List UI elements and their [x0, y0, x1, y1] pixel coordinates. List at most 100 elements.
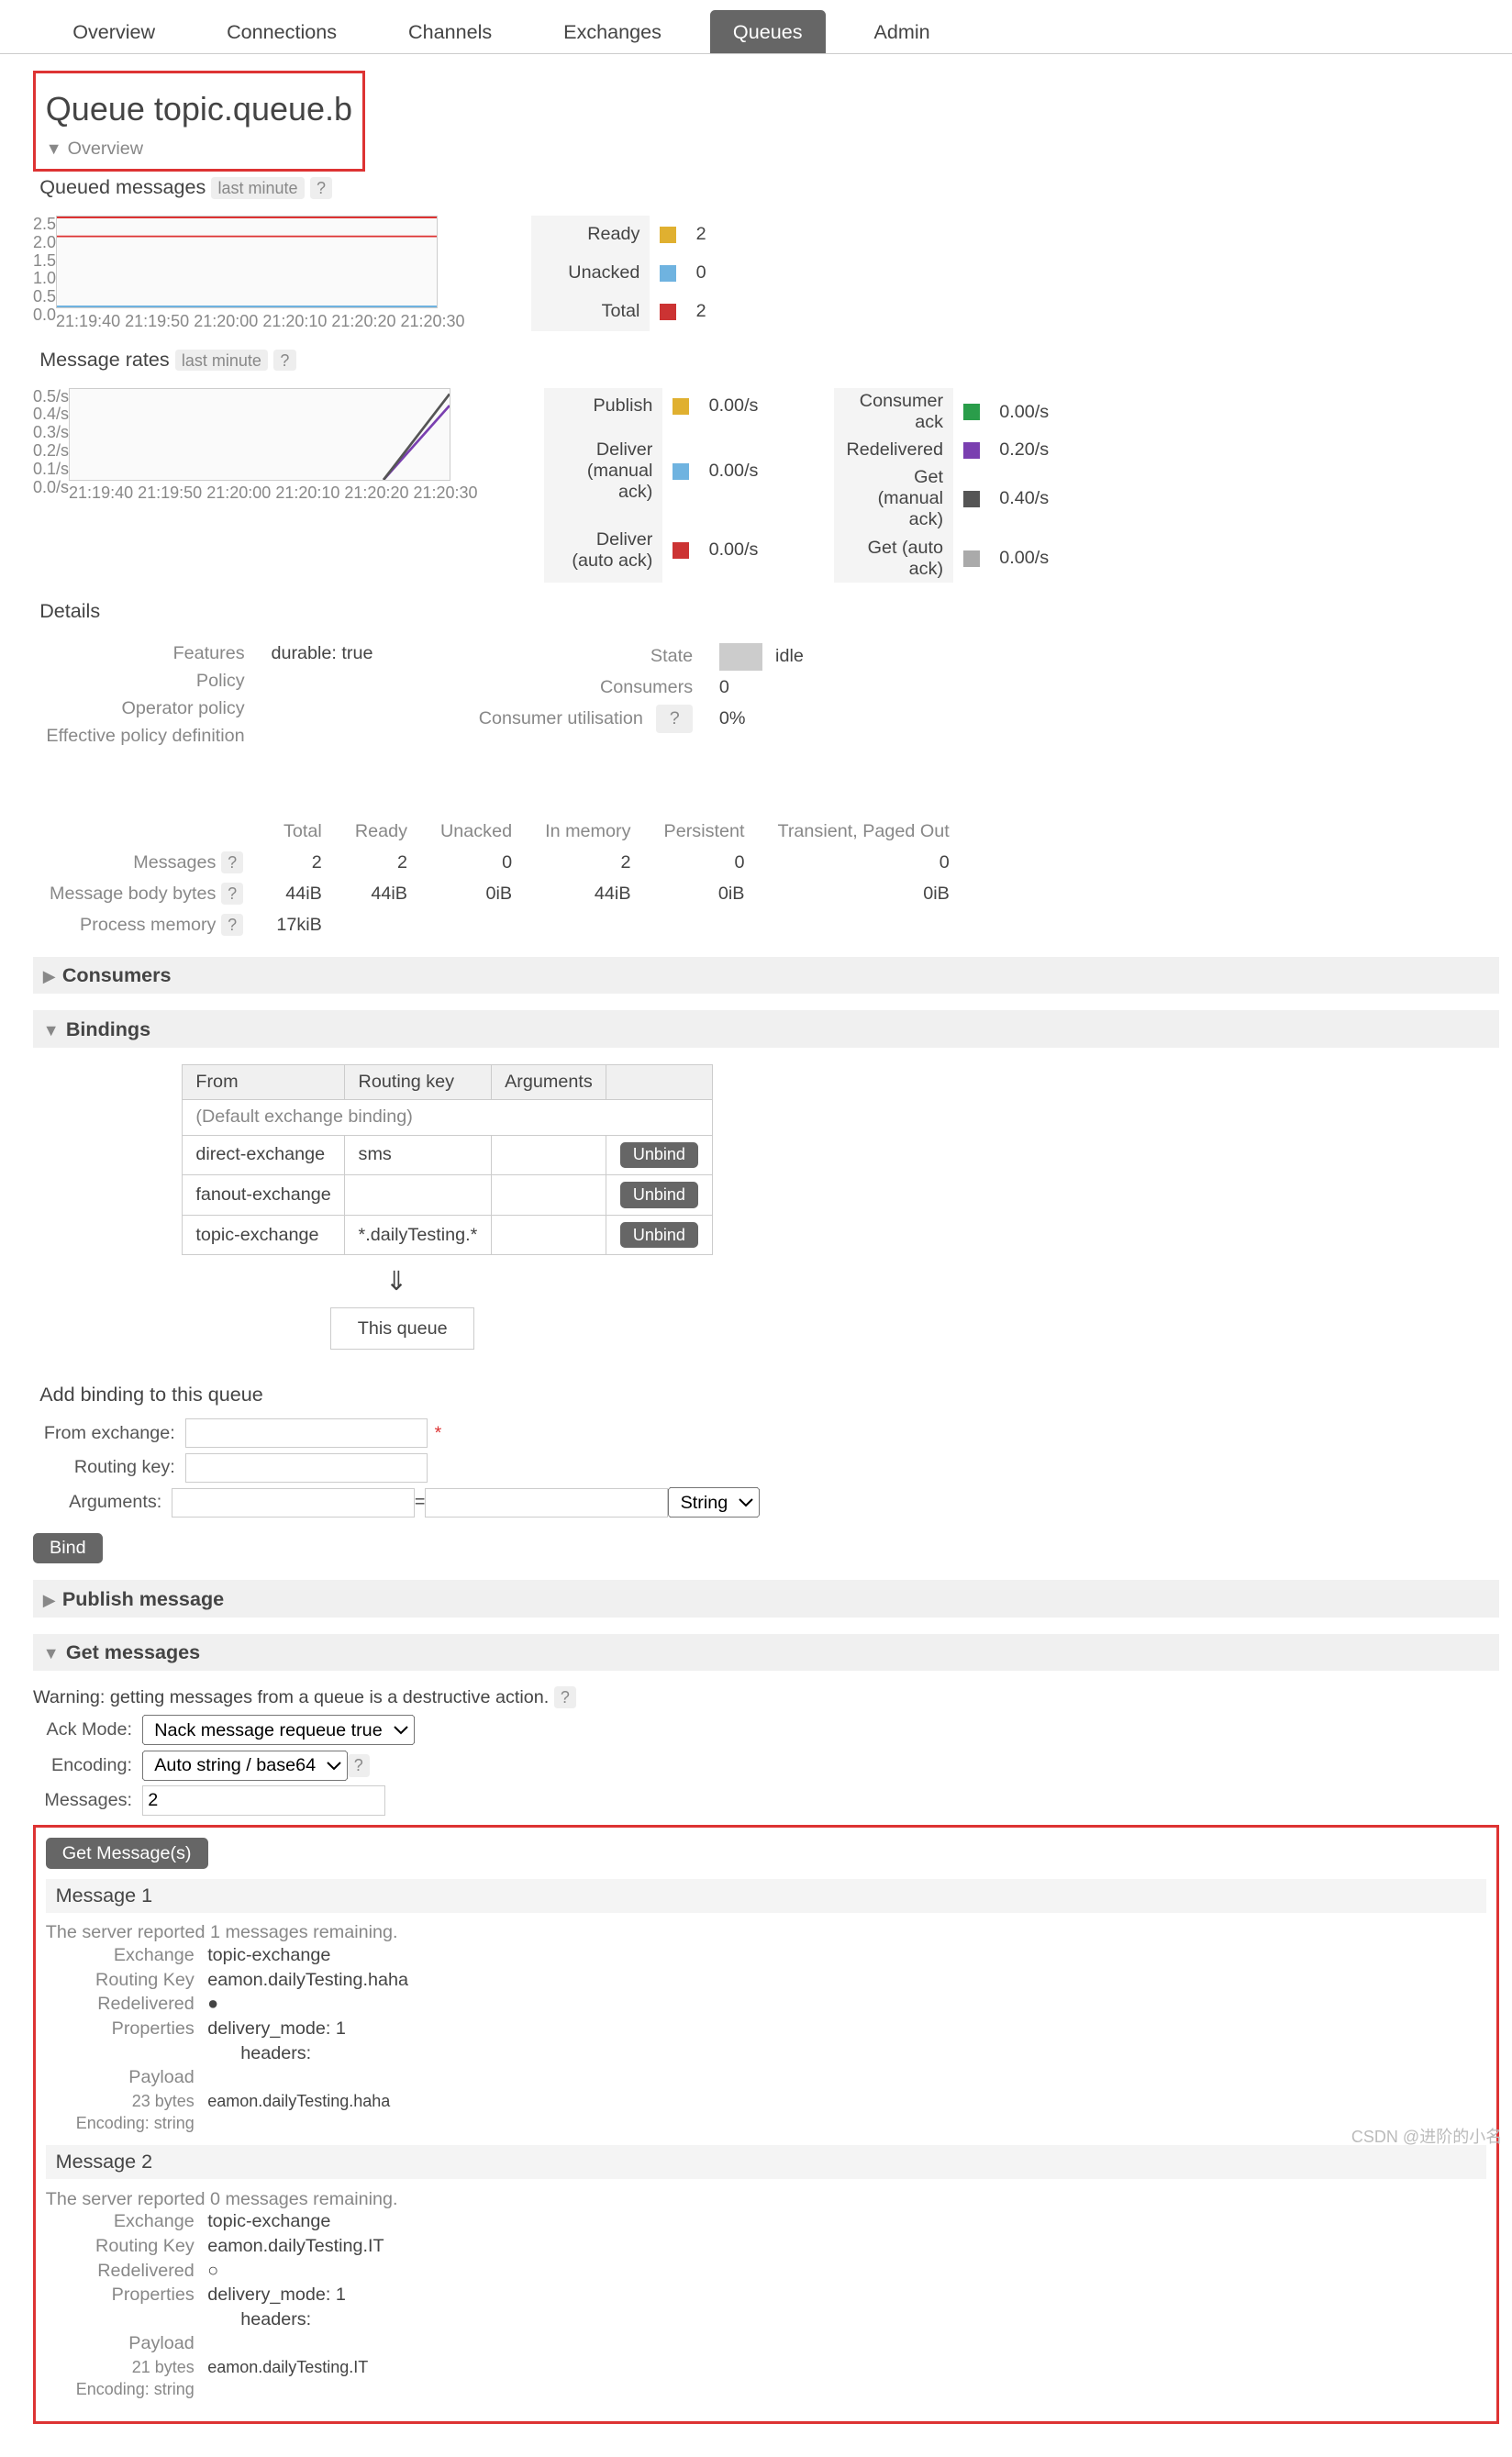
msg-props2: headers:	[207, 2309, 311, 2330]
arg-key-input[interactable]	[172, 1488, 415, 1518]
messages-count-label: Messages:	[33, 1790, 132, 1811]
legend-unacked-swatch	[660, 265, 676, 282]
swatch-icon	[673, 463, 689, 480]
page-title: Queue topic.queue.b	[46, 90, 352, 128]
queued-messages-header: Queued messages last minute ?	[33, 169, 1499, 206]
chevron-down-icon: ▼	[43, 1644, 60, 1662]
message-block-2: Message 2 The server reported 0 messages…	[46, 2145, 1486, 2401]
payload-meta: 21 bytes	[62, 2358, 195, 2377]
help-icon[interactable]: ?	[273, 350, 295, 372]
add-binding-heading: Add binding to this queue	[33, 1376, 760, 1413]
legend-get-auto-value: 0.00/s	[989, 534, 1058, 583]
msg-props: delivery_mode: 1	[207, 2285, 346, 2306]
message-rates-range[interactable]: last minute	[175, 350, 268, 372]
state-indicator-icon	[719, 643, 762, 671]
page-title-prefix: Queue	[46, 90, 154, 128]
tab-connections[interactable]: Connections	[204, 10, 360, 54]
routing-key-input[interactable]	[185, 1453, 428, 1483]
msg-routing-key: eamon.dailyTesting.IT	[207, 2236, 384, 2257]
from-exchange-input[interactable]	[185, 1418, 428, 1448]
help-icon[interactable]: ?	[221, 851, 243, 873]
legend-redelivered-value: 0.20/s	[989, 437, 1058, 464]
get-messages-label: Get messages	[66, 1640, 200, 1663]
chevron-down-icon: ▼	[46, 139, 62, 158]
consumers-section-toggle[interactable]: ▶Consumers	[33, 957, 1499, 994]
swatch-icon	[963, 442, 980, 459]
swatch-icon	[673, 542, 689, 559]
encoding-label: Encoding:	[33, 1755, 132, 1776]
queued-messages-label: Queued messages	[39, 175, 206, 198]
message-rates-chart: 0.5/s0.4/s0.3/s0.2/s0.1/s0.0/s 21:19:40 …	[33, 388, 1499, 584]
rk-label: Routing key:	[33, 1457, 175, 1478]
legend-get-manual-value: 0.40/s	[989, 464, 1058, 534]
exchange-link[interactable]: fanout-exchange	[195, 1184, 330, 1205]
tab-admin[interactable]: Admin	[850, 10, 953, 54]
chevron-down-icon: ▼	[43, 1021, 60, 1040]
bindings-table: FromRouting keyArguments (Default exchan…	[182, 1064, 713, 1255]
table-row: fanout-exchange Unbind	[183, 1175, 713, 1216]
tab-channels[interactable]: Channels	[385, 10, 516, 54]
details-heading: Details	[33, 593, 1499, 629]
legend-deliver-manual-label: Deliver (manual ack)	[544, 425, 663, 518]
args-label: Arguments:	[33, 1492, 161, 1513]
unbind-button[interactable]: Unbind	[620, 1142, 699, 1168]
unbind-button[interactable]: Unbind	[620, 1182, 699, 1207]
tab-exchanges[interactable]: Exchanges	[540, 10, 684, 54]
nav-tabs: Overview Connections Channels Exchanges …	[0, 0, 1512, 54]
chart1-yaxis: 2.52.01.51.00.50.0	[33, 216, 56, 331]
msg-payload: eamon.dailyTesting.haha	[207, 2092, 390, 2111]
consumers-label: Consumers	[62, 963, 172, 986]
table-row: Process memory ?17kiB	[33, 909, 966, 940]
ack-mode-select[interactable]: Nack message requeue true	[142, 1715, 415, 1745]
messages-count-input[interactable]	[142, 1785, 385, 1815]
bind-button[interactable]: Bind	[33, 1533, 103, 1564]
swatch-icon	[673, 398, 689, 415]
messages-remaining: The server reported 0 messages remaining…	[46, 2189, 1486, 2210]
page-title-box: Queue topic.queue.b ▼ Overview	[33, 71, 365, 172]
queued-messages-range[interactable]: last minute	[211, 177, 304, 199]
legend-redelivered-label: Redelivered	[834, 437, 953, 464]
help-icon[interactable]: ?	[656, 705, 693, 732]
chart2-legend-b: Consumer ack0.00/s Redelivered0.20/s Get…	[834, 388, 1059, 584]
add-binding-section: Add binding to this queue From exchange:…	[33, 1376, 760, 1563]
get-messages-button[interactable]: Get Message(s)	[46, 1838, 208, 1869]
queue-name: topic.queue.b	[154, 90, 352, 128]
payload-encoding: Encoding: string	[62, 2380, 195, 2399]
unbind-button[interactable]: Unbind	[620, 1222, 699, 1248]
exchange-link[interactable]: direct-exchange	[195, 1144, 325, 1164]
msg-routing-key: eamon.dailyTesting.haha	[207, 1970, 408, 1991]
msg-redelivered: ●	[207, 1994, 218, 2015]
arg-type-select[interactable]: String	[668, 1487, 760, 1518]
this-queue-box: This queue	[330, 1307, 474, 1351]
exchange-link[interactable]: topic-exchange	[195, 1225, 318, 1245]
chart2-xaxis: 21:19:40 21:19:50 21:20:00 21:20:10 21:2…	[69, 484, 478, 503]
publish-label: Publish message	[62, 1587, 224, 1610]
arg-value-input[interactable]	[425, 1488, 668, 1518]
required-indicator: *	[435, 1423, 442, 1444]
legend-deliver-manual-value: 0.00/s	[699, 425, 768, 518]
queued-messages-chart: 2.52.01.51.00.50.0 21:19:40 21:19:50 21:…	[33, 216, 1499, 331]
bindings-section-toggle[interactable]: ▼Bindings	[33, 1010, 1499, 1047]
chart2-plot-area	[69, 388, 450, 481]
legend-deliver-auto-label: Deliver (auto ack)	[544, 517, 663, 583]
state-value: idle	[762, 643, 817, 671]
publish-section-toggle[interactable]: ▶Publish message	[33, 1580, 1499, 1617]
help-icon[interactable]: ?	[554, 1686, 576, 1708]
help-icon[interactable]: ?	[310, 177, 332, 199]
chart2-yaxis: 0.5/s0.4/s0.3/s0.2/s0.1/s0.0/s	[33, 388, 69, 584]
chart1-xaxis: 21:19:40 21:19:50 21:20:00 21:20:10 21:2…	[56, 312, 465, 331]
table-row: (Default exchange binding)	[183, 1100, 713, 1135]
tab-queues[interactable]: Queues	[710, 10, 826, 54]
legend-total-swatch	[660, 304, 676, 320]
chart1-legend: Ready2 Unacked0 Total2	[531, 216, 717, 331]
help-icon[interactable]: ?	[221, 914, 243, 936]
overview-sublabel[interactable]: Overview	[68, 139, 143, 159]
help-icon[interactable]: ?	[348, 1754, 370, 1777]
msg-redelivered: ○	[207, 2261, 218, 2282]
encoding-select[interactable]: Auto string / base64	[142, 1751, 348, 1781]
legend-deliver-auto-value: 0.00/s	[699, 517, 768, 583]
get-messages-section-toggle[interactable]: ▼ Get messages	[33, 1634, 1499, 1671]
from-label: From exchange:	[33, 1423, 175, 1444]
tab-overview[interactable]: Overview	[50, 10, 178, 54]
help-icon[interactable]: ?	[221, 883, 243, 905]
